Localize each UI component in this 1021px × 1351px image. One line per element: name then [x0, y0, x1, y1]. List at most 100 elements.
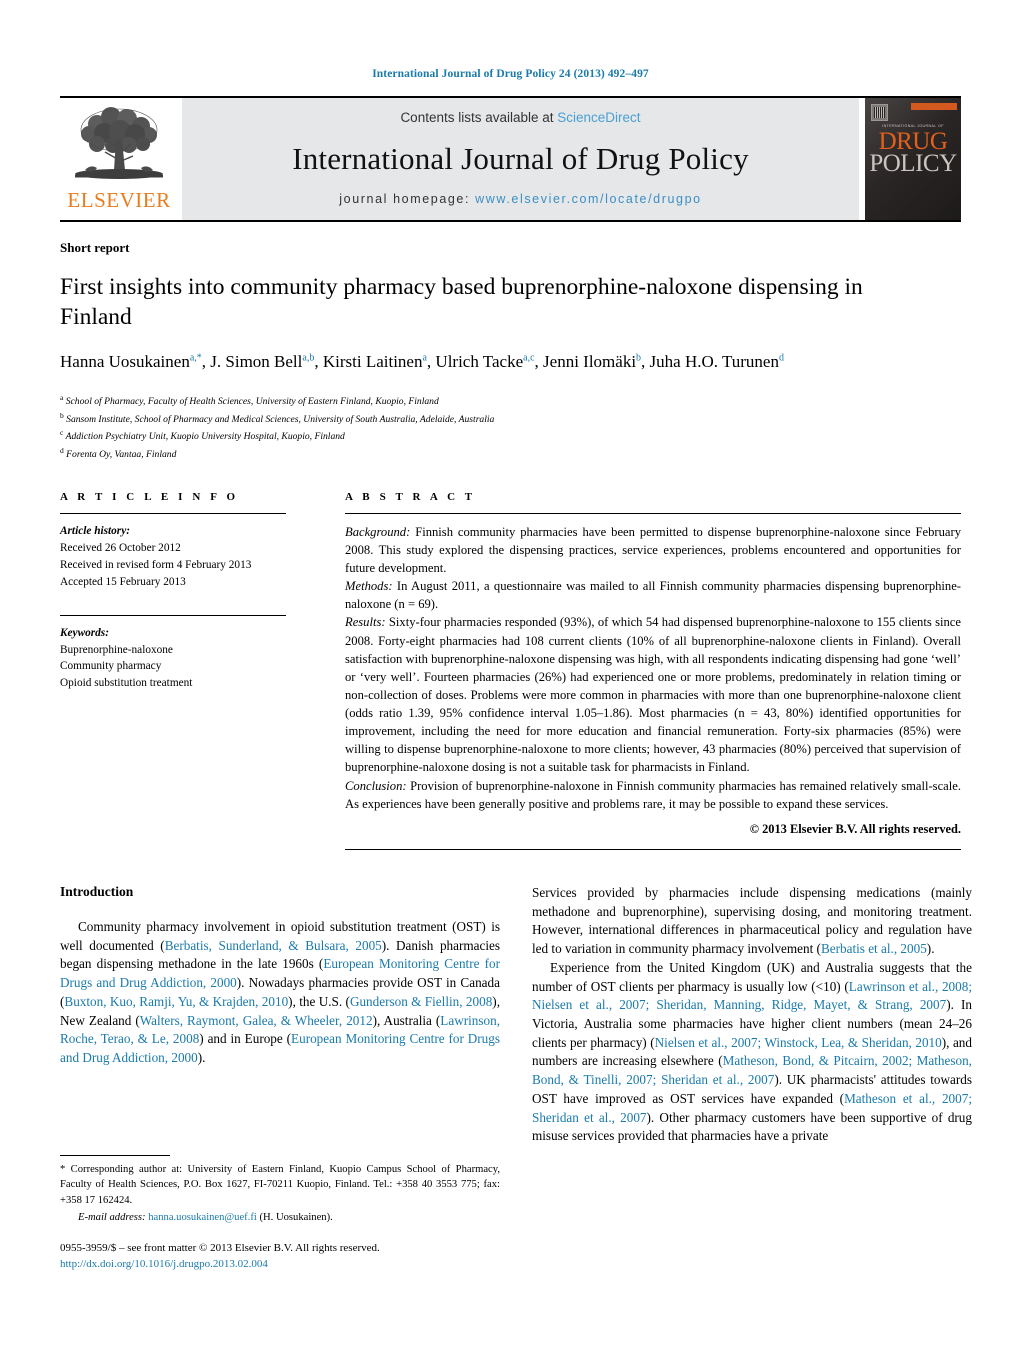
- article-info-rule: [60, 512, 286, 514]
- journal-homepage-line: journal homepage: www.elsevier.com/locat…: [339, 192, 701, 206]
- email-link[interactable]: hanna.uosukainen@uef.fi: [148, 1212, 257, 1223]
- author-marks[interactable]: d: [779, 353, 784, 364]
- citation-link[interactable]: Walters, Raymont, Galea, & Wheeler, 2012: [140, 1013, 373, 1028]
- abstract-column: A B S T R A C T Background: Finnish comm…: [345, 491, 961, 850]
- elsevier-wordmark: ELSEVIER: [67, 188, 171, 212]
- keyword-item: Community pharmacy: [60, 660, 162, 673]
- affiliation-mark: d: [60, 446, 64, 456]
- footnote-rule: [60, 1155, 170, 1156]
- affiliation-item: b Sansom Institute, School of Pharmacy a…: [60, 410, 961, 428]
- author-marks[interactable]: a,b: [302, 353, 314, 364]
- keywords-rule: [60, 614, 286, 616]
- affiliation-mark: b: [60, 410, 64, 420]
- running-head: International Journal of Drug Policy 24 …: [372, 68, 649, 80]
- paragraph-text: ).: [197, 1049, 206, 1065]
- cover-elsevier-icon: [871, 104, 888, 121]
- abstract-text: Sixty-four pharmacies responded (93%), o…: [345, 615, 961, 775]
- abstract-bottom-rule: [345, 848, 961, 850]
- issn-line: 0955-3959/$ – see front matter © 2013 El…: [60, 1242, 380, 1255]
- abstract-label: Methods:: [345, 579, 393, 594]
- citation-link[interactable]: Buxton, Kuo, Ramji, Yu, & Krajden, 2010: [64, 994, 288, 1009]
- abstract-rule: [345, 512, 961, 514]
- affiliation-list: a School of Pharmacy, Faculty of Health …: [60, 392, 961, 463]
- elsevier-tree-icon: [75, 107, 163, 179]
- citation-link[interactable]: Berbatis et al., 2005: [821, 941, 927, 956]
- cover-title-line2: POLICY: [869, 150, 957, 177]
- keyword-item: Buprenorphine-naloxone: [60, 643, 173, 656]
- paragraph-text: ) and in Europe (: [199, 1031, 292, 1047]
- body-columns: Introduction Community pharmacy involvem…: [60, 884, 972, 1146]
- affiliation-text: Forenta Oy, Vantaa, Finland: [66, 449, 177, 461]
- abstract-label: Conclusion:: [345, 778, 407, 793]
- history-item: Accepted 15 February 2013: [60, 575, 186, 588]
- citation-link[interactable]: Gunderson & Fiellin, 2008: [350, 994, 492, 1009]
- author-marks[interactable]: a: [422, 353, 426, 364]
- affiliation-text: School of Pharmacy, Faculty of Health Sc…: [65, 396, 439, 408]
- corresponding-author-note: * Corresponding author at: University of…: [60, 1164, 500, 1206]
- body-paragraph: Experience from the United Kingdom (UK) …: [532, 959, 972, 1146]
- article-history-block: Article history: Received 26 October 201…: [60, 523, 345, 591]
- author-name: Hanna Uosukainen: [60, 352, 190, 372]
- elsevier-logo: ELSEVIER: [60, 98, 178, 220]
- keyword-item: Opioid substitution treatment: [60, 677, 193, 690]
- homepage-url-link[interactable]: www.elsevier.com/locate/drugpo: [475, 192, 702, 206]
- abstract-paragraph: Conclusion: Provision of buprenorphine-n…: [345, 777, 961, 813]
- affiliation-mark: c: [60, 428, 64, 438]
- keywords-label: Keywords:: [60, 626, 109, 639]
- masthead-center: Contents lists available at ScienceDirec…: [182, 98, 859, 220]
- article-info-column: A R T I C L E I N F O Article history: R…: [60, 491, 345, 850]
- abstract-paragraph: Methods: In August 2011, a questionnaire…: [345, 577, 961, 613]
- abstract-paragraph: Results: Sixty-four pharmacies responded…: [345, 613, 961, 776]
- affiliation-text: Sansom Institute, School of Pharmacy and…: [66, 413, 495, 425]
- cover-banner: [911, 103, 957, 110]
- author-name: Juha H.O. Turunen: [649, 352, 779, 372]
- abstract-paragraph: Background: Finnish community pharmacies…: [345, 523, 961, 577]
- article-header: Short report First insights into communi…: [60, 240, 961, 463]
- history-item: Received 26 October 2012: [60, 541, 181, 554]
- paragraph-text: ), Australia (: [372, 1012, 441, 1028]
- section-heading-introduction: Introduction: [60, 883, 134, 899]
- affiliation-item: c Addiction Psychiatry Unit, Kuopio Univ…: [60, 427, 961, 445]
- author-marks[interactable]: a,*: [190, 353, 202, 364]
- author-marks[interactable]: a,c: [523, 353, 534, 364]
- affiliation-mark: a: [60, 392, 64, 402]
- citation-link[interactable]: Nielsen et al., 2007; Winstock, Lea, & S…: [655, 1035, 942, 1050]
- author-list: Hanna Uosukainena,*, J. Simon Bella,b, K…: [60, 352, 784, 372]
- page-title: First insights into community pharmacy b…: [60, 274, 863, 331]
- body-paragraph: Services provided by pharmacies include …: [532, 884, 972, 959]
- journal-masthead: ELSEVIER Contents lists available at Sci…: [60, 96, 961, 222]
- affiliation-item: a School of Pharmacy, Faculty of Health …: [60, 392, 961, 410]
- citation-link[interactable]: Berbatis, Sunderland, & Bulsara, 2005: [165, 938, 382, 953]
- abstract-label: Background:: [345, 524, 411, 539]
- paragraph-text: ).: [926, 941, 935, 957]
- author-name: Kirsti Laitinen: [322, 352, 423, 372]
- journal-article-page: International Journal of Drug Policy 24 …: [0, 0, 1021, 1351]
- footnote-block: * Corresponding author at: University of…: [60, 1155, 500, 1273]
- abstract-copyright: © 2013 Elsevier B.V. All rights reserved…: [749, 821, 961, 836]
- contents-available-line: Contents lists available at ScienceDirec…: [400, 110, 640, 125]
- body-left-column: Introduction Community pharmacy involvem…: [60, 884, 500, 1146]
- abstract-text: Provision of buprenorphine-naloxone in F…: [345, 778, 961, 811]
- info-abstract-section: A R T I C L E I N F O Article history: R…: [60, 491, 961, 850]
- keywords-block: Keywords: Buprenorphine-naloxone Communi…: [60, 625, 345, 693]
- homepage-label: journal homepage:: [339, 192, 471, 206]
- affiliation-text: Addiction Psychiatry Unit, Kuopio Univer…: [65, 431, 345, 443]
- email-suffix: (H. Uosukainen).: [256, 1212, 333, 1224]
- author-name: Jenni Ilomäki: [543, 352, 637, 372]
- abstract-label: Results:: [345, 615, 386, 630]
- body-right-column: Services provided by pharmacies include …: [532, 884, 972, 1146]
- author-marks[interactable]: b: [636, 353, 641, 364]
- article-info-heading: A R T I C L E I N F O: [60, 490, 239, 503]
- sciencedirect-link[interactable]: ScienceDirect: [557, 110, 640, 125]
- abstract-text: In August 2011, a questionnaire was mail…: [345, 579, 961, 612]
- article-history-label: Article history:: [60, 524, 130, 537]
- author-name: Ulrich Tacke: [435, 352, 524, 372]
- email-note: E-mail address: hanna.uosukainen@uef.fi …: [60, 1210, 500, 1225]
- issn-block: 0955-3959/$ – see front matter © 2013 El…: [60, 1241, 500, 1273]
- body-paragraph: Community pharmacy involvement in opioid…: [60, 918, 500, 1068]
- journal-cover-thumbnail[interactable]: INTERNATIONAL JOURNAL OF DRUG POLICY: [865, 98, 961, 220]
- author-name: J. Simon Bell: [210, 352, 303, 372]
- article-type: Short report: [60, 240, 130, 255]
- doi-link[interactable]: http://dx.doi.org/10.1016/j.drugpo.2013.…: [60, 1257, 500, 1273]
- abstract-text: Finnish community pharmacies have been p…: [345, 524, 961, 576]
